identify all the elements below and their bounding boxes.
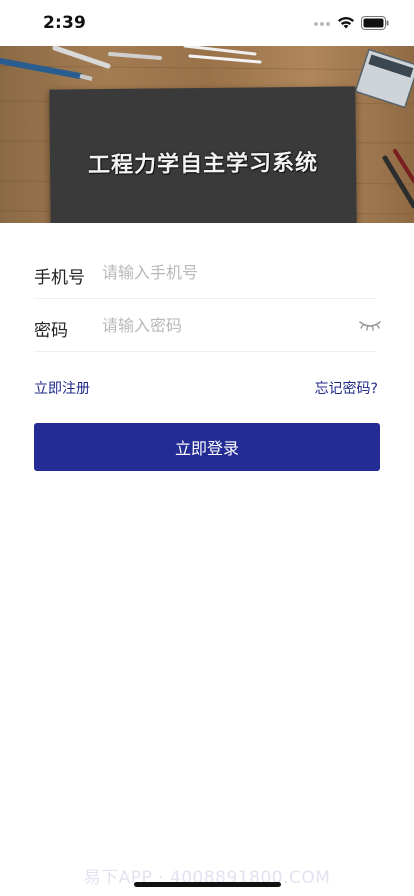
eye-closed-icon[interactable] <box>358 317 382 333</box>
forgot-password-link[interactable]: 忘记密码? <box>315 378 378 398</box>
phone-label: 手机号 <box>34 268 85 288</box>
chalkboard: 工程力学自主学习系统 <box>49 86 357 223</box>
phone-row: 手机号 <box>34 246 376 299</box>
header-banner: 工程力学自主学习系统 <box>0 46 414 223</box>
status-bar: 2:39 <box>0 0 414 46</box>
app-title: 工程力学自主学习系统 <box>87 150 319 179</box>
cellular-signal-icon <box>314 22 332 27</box>
home-indicator[interactable] <box>134 882 281 887</box>
register-link[interactable]: 立即注册 <box>34 378 90 398</box>
login-button[interactable]: 立即登录 <box>34 423 380 471</box>
battery-icon <box>361 16 389 30</box>
password-label: 密码 <box>34 321 68 341</box>
status-time: 2:39 <box>43 13 87 33</box>
login-form: 手机号 密码 <box>34 246 381 352</box>
auth-links: 立即注册 忘记密码? <box>34 378 378 400</box>
password-row: 密码 <box>34 299 381 352</box>
wifi-icon <box>338 17 354 29</box>
phone-input[interactable] <box>102 258 342 286</box>
password-input[interactable] <box>102 311 342 339</box>
